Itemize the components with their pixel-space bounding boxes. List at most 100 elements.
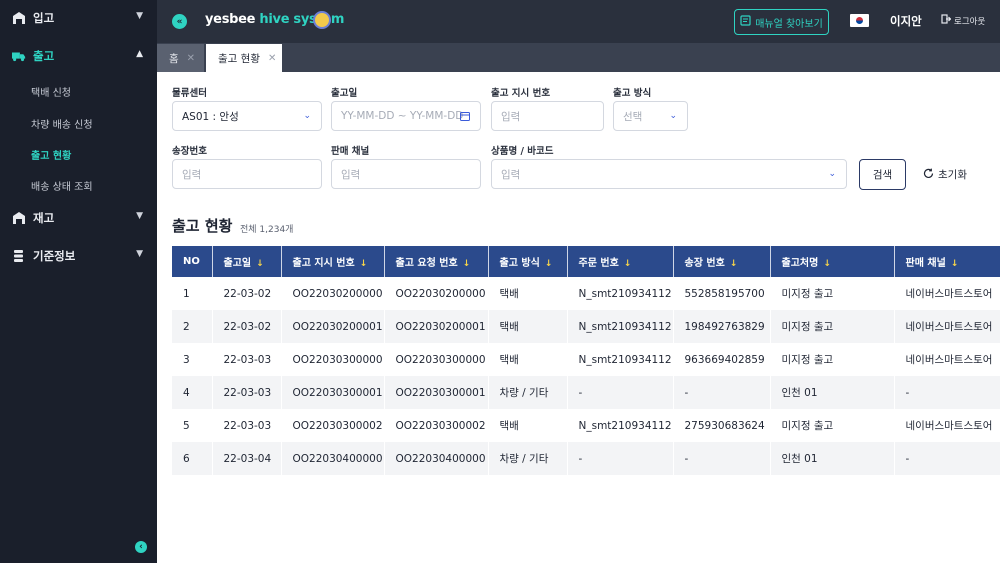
sidebar-group-label: 입고 — [33, 11, 55, 25]
column-header-label: 송장 번호 — [684, 258, 725, 269]
column-header[interactable]: 주문 번호 ↓ — [567, 246, 674, 277]
table-cell: N_smt210934112 — [567, 343, 674, 376]
column-header-label: 판매 채널 — [905, 258, 946, 269]
method-select[interactable]: 선택 ⌄ — [613, 101, 688, 131]
column-header[interactable]: 출고 지시 번호 ↓ — [281, 246, 385, 277]
table-cell: 22-03-04 — [212, 442, 282, 475]
column-header[interactable]: 출고 방식 ↓ — [488, 246, 568, 277]
bee-mascot-icon — [313, 11, 331, 29]
sidebar-group-outbound[interactable]: 출고 ▲ — [0, 46, 157, 66]
column-header-label: 출고 지시 번호 — [292, 258, 355, 269]
table-header-row: NO 출고일 ↓ 출고 지시 번호 ↓ 출고 요청 번호 ↓ 출고 방식 ↓ 주문 번호 ↓ 송장 번… — [172, 246, 1000, 277]
column-header[interactable]: 판매 채널 ↓ — [894, 246, 1000, 277]
logout-button[interactable]: 로그아웃 — [941, 14, 985, 27]
table-cell: 2 — [172, 310, 213, 343]
collapse-sidebar-icon[interactable]: ‹ — [135, 541, 147, 553]
column-header[interactable]: 출고 요청 번호 ↓ — [384, 246, 489, 277]
table-cell: 택배 — [488, 277, 568, 310]
table-cell: 인천 01 — [770, 376, 895, 409]
table-cell: 22-03-03 — [212, 343, 282, 376]
table-cell: 4 — [172, 376, 213, 409]
table-cell: - — [894, 376, 1000, 409]
sidebar-item-vehicle-request[interactable]: 차량 배송 신청 — [31, 116, 93, 131]
instruction-no-input[interactable]: 입력 — [491, 101, 604, 131]
chevron-down-icon: ▼ — [136, 11, 143, 21]
channel-input[interactable]: 입력 — [331, 159, 481, 189]
sidebar: 입고 ▼ 출고 ▲ 택배 신청 차량 배송 신청 출고 현황 배송 상태 조회 … — [0, 0, 157, 563]
tab-outbound-status[interactable]: 출고 현황 ✕ — [206, 44, 282, 72]
korea-flag-icon[interactable] — [850, 14, 869, 27]
tab-home[interactable]: 홈 ✕ — [157, 44, 204, 72]
table-row[interactable]: 5 22-03-03 OO22030300002 OO22030300002 택배 N_s… — [172, 409, 1000, 442]
column-header-label: 출고 요청 번호 — [395, 258, 458, 269]
calendar-icon[interactable] — [460, 111, 470, 124]
instruction-no-placeholder: 입력 — [501, 110, 521, 123]
table-cell: 198492763829 — [673, 310, 771, 343]
center-label: 물류센터 — [172, 88, 207, 99]
sort-arrow-icon[interactable]: ↓ — [463, 259, 471, 269]
column-header-label: 출고처명 — [781, 258, 819, 269]
table-cell: OO22030200001 — [384, 310, 489, 343]
table-cell: OO22030200000 — [384, 277, 489, 310]
sidebar-group-master-data[interactable]: 기준정보 ▼ — [0, 246, 157, 266]
sidebar-group-label: 재고 — [33, 211, 55, 225]
database-icon — [12, 249, 26, 263]
sort-arrow-icon[interactable]: ↓ — [823, 259, 831, 269]
sidebar-item-delivery-status[interactable]: 배송 상태 조회 — [31, 178, 93, 193]
page-title: 출고 현황 — [172, 217, 233, 235]
sort-arrow-icon[interactable]: ↓ — [360, 259, 368, 269]
manual-button-label: 매뉴얼 찾아보기 — [755, 18, 823, 30]
column-header-label: 출고 방식 — [499, 258, 540, 269]
invoice-input[interactable]: 입력 — [172, 159, 322, 189]
sort-arrow-icon[interactable]: ↓ — [545, 259, 553, 269]
table-cell: 미지정 출고 — [770, 310, 895, 343]
sort-arrow-icon[interactable]: ↓ — [951, 259, 959, 269]
table-cell: 22-03-03 — [212, 376, 282, 409]
close-icon[interactable]: ✕ — [268, 53, 276, 64]
table-cell: - — [567, 442, 674, 475]
column-header[interactable]: 송장 번호 ↓ — [673, 246, 771, 277]
column-header-label: NO — [183, 256, 200, 267]
reset-button[interactable]: 초기화 — [923, 167, 967, 182]
channel-label: 판매 채널 — [331, 146, 370, 157]
sort-arrow-icon[interactable]: ↓ — [256, 259, 264, 269]
table-cell: OO22030400000 — [384, 442, 489, 475]
table-cell: OO22030300001 — [384, 376, 489, 409]
table-cell: 552858195700 — [673, 277, 771, 310]
sort-arrow-icon[interactable]: ↓ — [730, 259, 738, 269]
sort-arrow-icon[interactable]: ↓ — [624, 259, 632, 269]
product-select[interactable]: 입력 ⌄ — [491, 159, 847, 189]
outbound-table: NO 출고일 ↓ 출고 지시 번호 ↓ 출고 요청 번호 ↓ 출고 방식 ↓ 주문 번호 ↓ 송장 번… — [172, 246, 1000, 475]
table-row[interactable]: 4 22-03-03 OO22030300001 OO22030300001 차량 / … — [172, 376, 1000, 409]
table-cell: 인천 01 — [770, 442, 895, 475]
table-row[interactable]: 3 22-03-03 OO22030300000 OO22030300000 택배 N_s… — [172, 343, 1000, 376]
brand-subtitle: hive system — [259, 12, 345, 27]
date-range-input[interactable]: YY-MM-DD ~ YY-MM-DD — [331, 101, 481, 131]
close-icon[interactable]: ✕ — [187, 53, 195, 64]
table-cell: OO22030200000 — [281, 277, 385, 310]
sidebar-group-inbound[interactable]: 입고 ▼ — [0, 8, 157, 28]
chevron-down-icon: ⌄ — [828, 169, 836, 179]
sidebar-item-outbound-status[interactable]: 출고 현황 — [31, 147, 71, 162]
table-row[interactable]: 6 22-03-04 OO22030400000 OO22030400000 차량 / … — [172, 442, 1000, 475]
center-select[interactable]: AS01 : 안성 ⌄ — [172, 101, 322, 131]
table-cell: 네이버스마트스토어 — [894, 409, 1000, 442]
table-cell: 22-03-02 — [212, 277, 282, 310]
column-header[interactable]: 출고처명 ↓ — [770, 246, 895, 277]
table-cell: 275930683624 — [673, 409, 771, 442]
manual-button[interactable]: 매뉴얼 찾아보기 — [734, 9, 829, 35]
sidebar-group-inventory[interactable]: 재고 ▼ — [0, 208, 157, 228]
table-cell: 택배 — [488, 409, 568, 442]
double-chevron-left-icon[interactable]: « — [172, 14, 187, 29]
sidebar-item-parcel-request[interactable]: 택배 신청 — [31, 84, 71, 99]
table-cell: 963669402859 — [673, 343, 771, 376]
table-cell: 22-03-02 — [212, 310, 282, 343]
table-row[interactable]: 2 22-03-02 OO22030200001 OO22030200001 택배 N_s… — [172, 310, 1000, 343]
search-button[interactable]: 검색 — [859, 159, 906, 190]
table-cell: OO22030300000 — [281, 343, 385, 376]
chevron-down-icon: ⌄ — [669, 111, 677, 121]
column-header: NO — [172, 246, 213, 277]
column-header[interactable]: 출고일 ↓ — [212, 246, 282, 277]
table-row[interactable]: 1 22-03-02 OO22030200000 OO22030200000 택배 N_s… — [172, 277, 1000, 310]
user-name: 이지안 — [890, 14, 922, 28]
